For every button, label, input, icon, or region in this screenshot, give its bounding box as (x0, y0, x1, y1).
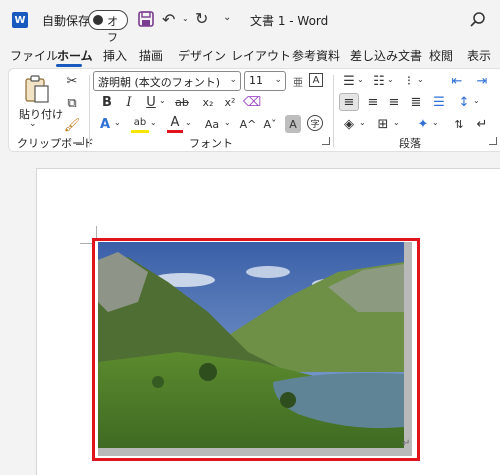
ruby-icon[interactable]: 亜 (290, 72, 306, 90)
line-spacing-dropdown-icon[interactable]: ⌄ (473, 96, 480, 105)
decrease-indent-icon[interactable]: ⇤ (449, 72, 465, 90)
undo-dropdown-icon[interactable]: ⌄ (182, 14, 189, 23)
enclose-char-button[interactable]: 字 (307, 115, 323, 131)
line-spacing-icon[interactable]: ↕ (455, 93, 473, 111)
grow-font-button[interactable]: A^ (239, 115, 257, 133)
superscript-button[interactable]: x² (221, 93, 239, 111)
autosave-state: オフ (107, 15, 118, 44)
highlight-button[interactable]: ab (131, 115, 149, 133)
numbering-icon[interactable]: ☷ (371, 72, 387, 90)
subscript-button[interactable]: x₂ (199, 93, 217, 111)
clipboard-launcher-icon[interactable] (76, 137, 84, 145)
chevron-down-icon: ⌄ (229, 75, 237, 85)
search-icon[interactable] (469, 11, 487, 29)
save-icon[interactable] (138, 11, 154, 27)
font-group-label: フォント (189, 137, 233, 150)
autosave-toggle[interactable]: オフ (88, 10, 128, 44)
paragraph-group-label: 段落 (399, 137, 421, 150)
show-marks-icon[interactable]: ↵ (474, 115, 490, 133)
tab-references[interactable]: 参考資料 (292, 47, 340, 64)
underline-button[interactable]: U (143, 93, 159, 111)
text-effects-dropdown-icon[interactable]: ⌄ (114, 118, 121, 127)
tab-mailings[interactable]: 差し込み文書 (350, 47, 422, 64)
group-separator (333, 75, 334, 147)
paste-button-label[interactable]: 貼り付け (19, 106, 63, 122)
tab-design[interactable]: デザイン (178, 47, 226, 64)
numbering-dropdown-icon[interactable]: ⌄ (387, 75, 394, 84)
increase-indent-icon[interactable]: ⇥ (474, 72, 490, 90)
multilevel-dropdown-icon[interactable]: ⌄ (417, 75, 424, 84)
strikethrough-button[interactable]: ab (173, 93, 191, 111)
text-effects-button[interactable]: A (97, 115, 113, 133)
char-border-icon[interactable]: A (309, 73, 323, 87)
ribbon-home: 貼り付け ⌄ ✂ ⧉ 🖌 クリップボード 游明朝 (本文のフォント) ⌄ 11 … (8, 68, 500, 152)
borders-dropdown-icon[interactable]: ⌄ (393, 118, 400, 127)
paragraph-mark-icon: ↵ (402, 438, 411, 449)
toggle-knob (93, 15, 103, 25)
char-shading-button[interactable]: A (285, 115, 301, 133)
borders-icon[interactable]: ⊞ (375, 115, 391, 133)
format-painter-icon[interactable]: 🖌 (64, 117, 81, 133)
shrink-font-button[interactable]: Aˇ (261, 115, 279, 133)
bullets-icon[interactable]: ☰ (341, 72, 357, 90)
shading-icon[interactable]: ◈ (341, 115, 357, 133)
tab-home[interactable]: ホーム (57, 47, 93, 64)
font-name-combo[interactable]: 游明朝 (本文のフォント) ⌄ (93, 71, 241, 91)
title-bar: W 自動保存 オフ ↶ ⌄ ↻ ⌄ 文書 1 - Word (0, 0, 500, 44)
font-name-value: 游明朝 (本文のフォント) (98, 76, 221, 89)
clear-formatting-icon[interactable]: ⌫ (243, 93, 261, 111)
font-color-button[interactable]: A (167, 115, 183, 133)
undo-icon[interactable]: ↶ (162, 10, 175, 29)
asian-layout-icon[interactable]: ✦ (414, 115, 432, 133)
paste-icon[interactable] (23, 75, 51, 105)
document-title: 文書 1 - Word (250, 14, 329, 28)
shading-dropdown-icon[interactable]: ⌄ (359, 118, 366, 127)
underline-dropdown-icon[interactable]: ⌄ (159, 96, 166, 105)
inserted-photo[interactable] (98, 242, 412, 456)
change-case-dropdown-icon[interactable]: ⌄ (224, 118, 231, 127)
customize-qat-icon[interactable]: ⌄ (223, 12, 231, 23)
tab-draw[interactable]: 描画 (139, 47, 163, 64)
tab-review[interactable]: 校閲 (429, 47, 453, 64)
italic-button[interactable]: I (121, 93, 137, 111)
copy-icon[interactable]: ⧉ (64, 95, 80, 111)
align-right-icon[interactable]: ≡ (385, 93, 403, 111)
word-app-icon: W (12, 12, 28, 28)
paragraph-launcher-icon[interactable] (489, 137, 497, 145)
align-left-icon[interactable]: ≡ (339, 93, 359, 111)
font-size-combo[interactable]: 11 ⌄ (244, 71, 286, 91)
group-separator (89, 75, 90, 147)
asian-layout-dropdown-icon[interactable]: ⌄ (432, 118, 439, 127)
tab-view[interactable]: 表示 (467, 47, 491, 64)
distributed-icon[interactable]: ☰ (430, 93, 448, 111)
cut-icon[interactable]: ✂ (64, 73, 80, 89)
chevron-down-icon: ⌄ (274, 75, 282, 85)
highlight-dropdown-icon[interactable]: ⌄ (150, 118, 157, 127)
font-launcher-icon[interactable] (322, 137, 330, 145)
paste-dropdown-icon[interactable]: ⌄ (29, 119, 37, 129)
font-color-dropdown-icon[interactable]: ⌄ (185, 118, 192, 127)
sort-icon[interactable]: ⇅ (451, 115, 467, 133)
tab-file[interactable]: ファイル (10, 47, 58, 64)
multilevel-list-icon[interactable]: ⁝ (401, 72, 417, 90)
bold-button[interactable]: B (99, 93, 115, 111)
font-size-value: 11 (249, 74, 263, 87)
justify-icon[interactable]: ≣ (407, 93, 425, 111)
redo-icon[interactable]: ↻ (195, 9, 208, 28)
tab-insert[interactable]: 挿入 (103, 47, 127, 64)
align-center-icon[interactable]: ≡ (364, 93, 382, 111)
bullets-dropdown-icon[interactable]: ⌄ (357, 75, 364, 84)
ribbon-tabs: ファイル ホーム 挿入 描画 デザイン レイアウト 参考資料 差し込み文書 校閲… (0, 44, 500, 68)
active-tab-indicator (56, 64, 82, 67)
change-case-button[interactable]: Aa (201, 115, 223, 133)
tab-layout[interactable]: レイアウト (231, 47, 291, 64)
autosave-label: 自動保存 (42, 14, 91, 28)
